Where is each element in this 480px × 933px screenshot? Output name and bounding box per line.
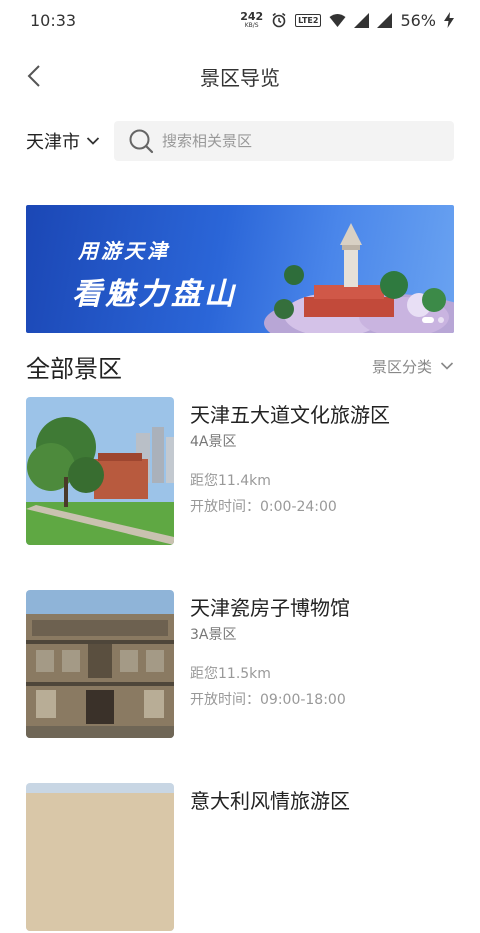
search-row: 天津市 (26, 121, 454, 161)
page-title: 景区导览 (200, 65, 280, 90)
banner-subheadline: 看魅力盘山 (72, 277, 237, 312)
scenic-spot-item[interactable]: 意大利风情旅游区 (26, 783, 454, 933)
category-filter[interactable]: 景区分类 (372, 356, 454, 377)
scenic-spot-item[interactable]: 天津五大道文化旅游区 4A景区 距您11.4km 开放时间：0:00-24:00 (26, 397, 454, 547)
carousel-dot-active (422, 317, 434, 323)
alarm-icon (272, 12, 286, 28)
scenic-spot-distance: 距您11.4km (190, 473, 271, 489)
search-icon (129, 129, 154, 154)
wifi-icon (329, 13, 346, 27)
status-bar: 10:33 242 KB/S LTE2 56% (0, 0, 480, 40)
status-time: 10:33 (30, 10, 77, 30)
section-title: 全部景区 (26, 354, 122, 383)
network-speed-unit: KB/S (244, 22, 259, 29)
scenic-spot-item[interactable]: 天津瓷房子博物馆 3A景区 距您11.5km 开放时间：09:00-18:00 (26, 590, 454, 740)
back-button[interactable] (20, 62, 48, 90)
promo-banner[interactable]: 用游天津 看魅力盘山 (26, 205, 454, 333)
scenic-spot-thumbnail (26, 590, 174, 738)
chevron-left-icon (27, 65, 40, 87)
category-filter-label: 景区分类 (371, 357, 432, 376)
scenic-spot-level: 4A景区 (190, 434, 237, 450)
scenic-spot-name: 天津五大道文化旅游区 (190, 403, 390, 427)
network-speed-value: 242 (240, 10, 264, 23)
carousel-dot (438, 317, 444, 323)
signal-icon (354, 12, 370, 28)
chevron-down-icon (440, 362, 454, 370)
scenic-spot-thumbnail (26, 783, 174, 931)
city-label: 天津市 (26, 132, 80, 153)
search-input[interactable] (162, 132, 454, 150)
charging-icon (444, 12, 454, 28)
scenic-spot-name: 天津瓷房子博物馆 (190, 596, 350, 620)
scenic-spot-hours: 开放时间：0:00-24:00 (190, 499, 337, 515)
battery-percent: 56% (400, 10, 436, 30)
chevron-down-icon (86, 137, 100, 145)
volte-icon: LTE2 (295, 13, 322, 27)
carousel-indicator (422, 317, 444, 323)
search-box[interactable] (114, 121, 454, 161)
section-header: 全部景区 景区分类 (26, 346, 454, 386)
signal-icon-2 (377, 12, 393, 28)
banner-headline: 用游天津 (78, 239, 170, 263)
scenic-spot-hours: 开放时间：09:00-18:00 (190, 692, 346, 708)
scenic-spot-thumbnail (26, 397, 174, 545)
city-selector[interactable]: 天津市 (26, 121, 114, 161)
status-icons: 242 KB/S LTE2 56% (240, 11, 454, 30)
network-speed: 242 KB/S (240, 11, 263, 29)
scenic-spot-distance: 距您11.5km (190, 666, 271, 682)
scenic-spot-level: 3A景区 (190, 627, 237, 643)
banner-pagoda-image (264, 223, 454, 333)
page-header: 景区导览 (0, 50, 480, 102)
